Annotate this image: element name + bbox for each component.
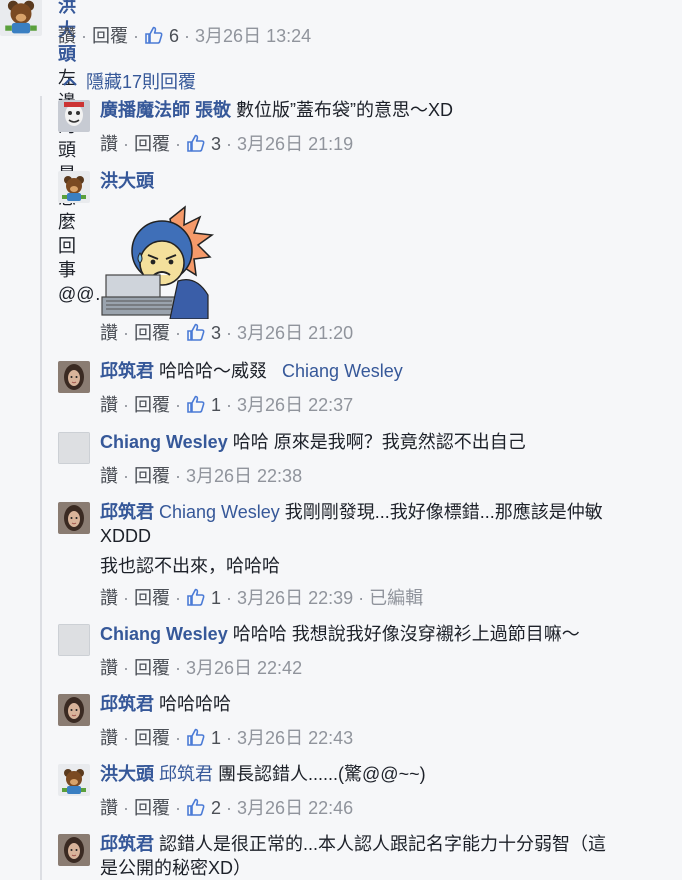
comment-text: 哈哈哈～威叕 [159,361,268,381]
timestamp[interactable]: 3月26日 22:38 [186,466,302,486]
avatar[interactable] [58,764,90,796]
mention-link[interactable]: Chiang Wesley [282,361,403,381]
author-name[interactable]: Chiang Wesley [100,432,228,452]
like-count[interactable]: 2 [211,798,221,818]
comment-text: 哈哈哈 我想說我好像沒穿襯衫上過節目嘛～ [232,624,580,644]
like-button[interactable]: 讚 [100,466,118,486]
comment-meta: 讚 · 回覆 · 1 · 3月26日 22:37 [100,394,354,415]
like-count[interactable]: 3 [211,323,221,343]
comment-text: 哈哈 原來是我啊？我竟然認不出自己 [232,432,526,452]
sticker-image[interactable] [100,199,218,324]
reply-button[interactable]: 回覆 [134,728,170,748]
author-name[interactable]: 邱筑君 [100,694,154,714]
avatar[interactable] [58,171,90,203]
like-button[interactable]: 讚 [100,395,118,415]
mention-link[interactable]: Chiang Wesley [159,502,280,522]
reply-button[interactable]: 回覆 [134,323,170,343]
like-icon [186,587,206,607]
like-count[interactable]: 3 [211,134,221,154]
avatar[interactable] [58,834,90,866]
like-button[interactable]: 讚 [100,588,118,608]
comment-meta: 讚 · 回覆 · 1 · 3月26日 22:43 [100,727,354,748]
like-button[interactable]: 讚 [58,26,76,46]
timestamp[interactable]: 3月26日 21:20 [237,323,353,343]
like-button[interactable]: 讚 [100,728,118,748]
comment-meta: 讚 · 回覆 · 2 · 3月26日 22:46 [100,797,354,818]
reply-button[interactable]: 回覆 [92,26,128,46]
timestamp[interactable]: 3月26日 22:46 [237,798,353,818]
like-count[interactable]: 1 [211,588,221,608]
avatar[interactable] [58,502,90,534]
author-name[interactable]: 廣播魔法師 張敬 [100,100,231,120]
comment-meta: 讚 · 回覆 · 3月26日 22:42 [100,658,303,678]
like-count[interactable]: 1 [211,728,221,748]
avatar[interactable] [0,0,42,36]
comment-text: 認錯人是很正常的...本人認人跟記名字能力十分弱智（這 [159,834,607,854]
chevron-up-icon [63,77,77,86]
reply-button[interactable]: 回覆 [134,588,170,608]
comment-meta: 讚 · 回覆 · 1 · 3月26日 22:39 · 已編輯 [100,587,424,608]
avatar[interactable] [58,694,90,726]
like-icon [186,133,206,153]
timestamp[interactable]: 3月26日 22:39 [237,588,353,608]
comment-text: 數位版”蓋布袋”的意思～XD [236,100,454,120]
timestamp[interactable]: 3月26日 22:42 [186,658,302,678]
comment-meta: 讚 · 回覆 · 3 · 3月26日 21:19 [100,133,354,154]
comment-text-line3: 我也認不出來，哈哈哈 [100,556,280,576]
reply-button[interactable]: 回覆 [134,658,170,678]
like-count[interactable]: 6 [169,26,179,46]
author-name[interactable]: 邱筑君 [100,502,154,522]
comment-text: 我剛剛發現...我好像標錯...那應該是仲敏 [284,502,603,522]
author-name[interactable]: 邱筑君 [100,361,154,381]
like-icon [186,322,206,342]
reply-rail [40,96,42,880]
author-name[interactable]: 邱筑君 [100,834,154,854]
comment-text-line2: 是公開的秘密XD） [100,858,252,878]
comment-text: 哈哈哈哈 [159,694,232,714]
like-icon [186,394,206,414]
like-icon [144,25,164,45]
like-button[interactable]: 讚 [100,798,118,818]
reply-button[interactable]: 回覆 [134,134,170,154]
avatar[interactable] [58,100,90,132]
avatar[interactable] [58,624,90,656]
like-button[interactable]: 讚 [100,323,118,343]
like-icon [186,797,206,817]
comment-meta: 讚 · 回覆 · 3 · 3月26日 21:20 [100,322,354,343]
timestamp[interactable]: 3月26日 22:37 [237,395,353,415]
reply-button[interactable]: 回覆 [134,466,170,486]
author-name[interactable]: Chiang Wesley [100,624,228,644]
comment-text-line2: XDDD [100,526,152,546]
like-count[interactable]: 1 [211,395,221,415]
avatar[interactable] [58,432,90,464]
comment-meta: 讚 · 回覆 · 6 · 3月26日 13:24 [58,25,312,46]
timestamp[interactable]: 3月26日 22:43 [237,728,353,748]
reply-button[interactable]: 回覆 [134,395,170,415]
like-button[interactable]: 讚 [100,134,118,154]
comment-meta: 讚 · 回覆 · 3月26日 22:38 [100,466,303,486]
author-name[interactable]: 洪大頭 [100,171,154,191]
like-icon [186,727,206,747]
toggle-label: 隱藏17則回覆 [86,72,197,92]
comment-text: 團長認錯人......(驚@@~~) [218,764,426,784]
timestamp[interactable]: 3月26日 13:24 [195,26,311,46]
author-name[interactable]: 洪大頭 [100,764,154,784]
avatar[interactable] [58,361,90,393]
hide-replies-toggle[interactable]: 隱藏17則回覆 [62,68,196,94]
edited-label[interactable]: 已編輯 [369,588,423,608]
timestamp[interactable]: 3月26日 21:19 [237,134,353,154]
like-button[interactable]: 讚 [100,658,118,678]
reply-button[interactable]: 回覆 [134,798,170,818]
mention-link[interactable]: 邱筑君 [159,764,213,784]
